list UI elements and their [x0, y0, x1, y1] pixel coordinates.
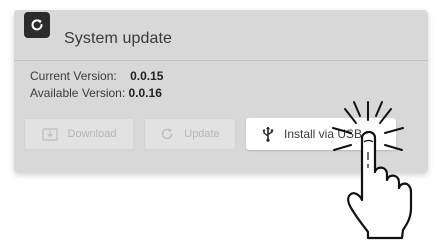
download-button[interactable]: Download	[24, 118, 134, 150]
tap-hand-icon	[332, 101, 413, 240]
dialog-title: System update	[64, 30, 173, 47]
refresh-icon	[24, 12, 50, 38]
version-info: Current Version: 0.0.15 Available Versio…	[30, 68, 163, 102]
update-button[interactable]: Update	[144, 118, 236, 150]
update-refresh-icon	[160, 127, 174, 141]
page: System update Current Version: 0.0.15 Av…	[0, 0, 438, 240]
panel-header: System update	[14, 10, 428, 61]
download-label: Download	[67, 128, 117, 140]
available-version-row: Available Version: 0.0.16	[30, 85, 163, 102]
current-version-row: Current Version: 0.0.15	[30, 68, 163, 85]
usb-icon	[262, 126, 274, 142]
current-version-label: Current Version:	[30, 69, 117, 83]
available-version-label: Available Version:	[30, 86, 126, 100]
current-version-value: 0.0.15	[130, 69, 164, 83]
update-label: Update	[184, 128, 220, 140]
available-version-value: 0.0.16	[128, 86, 162, 100]
download-icon	[41, 127, 58, 141]
